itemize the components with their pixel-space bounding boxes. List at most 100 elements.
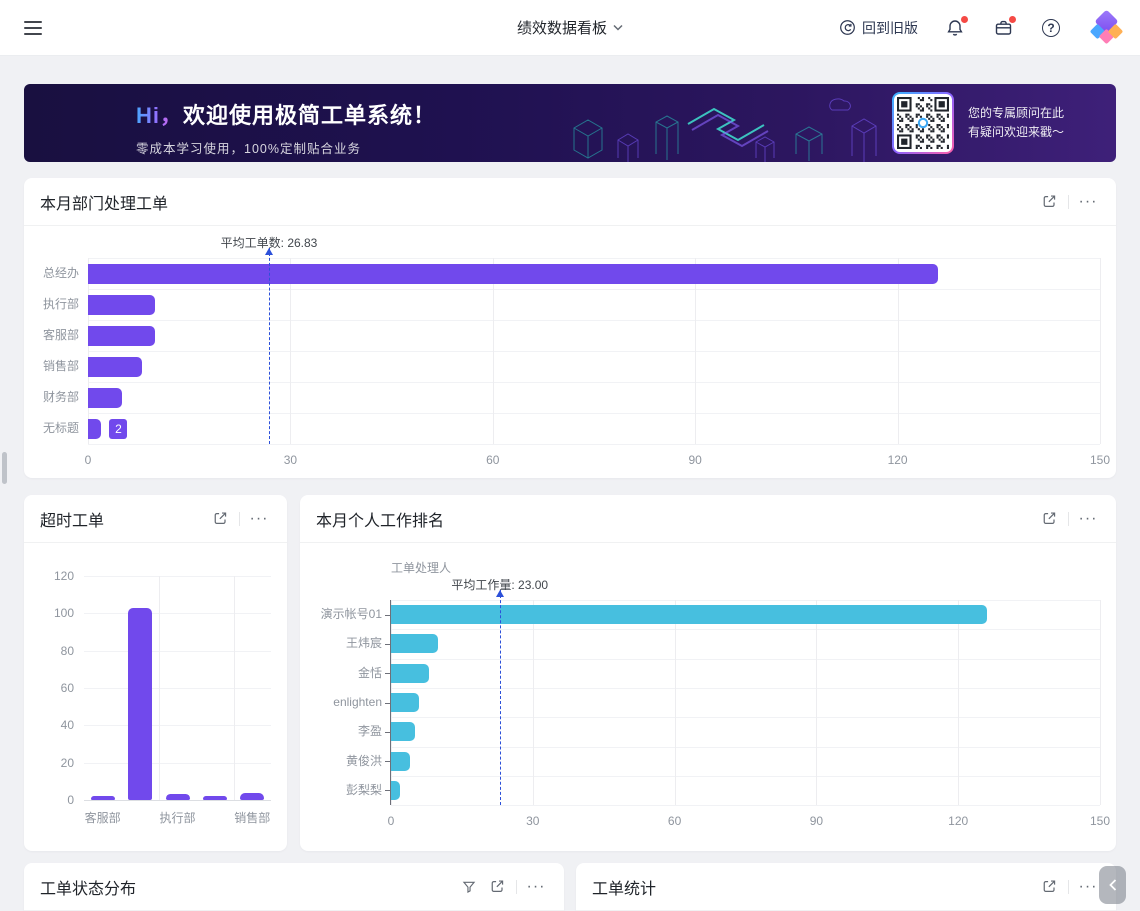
overtime-orders-chart: 020406080100120客服部执行部销售部 bbox=[40, 543, 271, 851]
gridline bbox=[816, 600, 817, 805]
category-label: 执行部 bbox=[159, 809, 195, 826]
workbench-button[interactable] bbox=[992, 17, 1014, 39]
category-label: 总经办 bbox=[40, 265, 79, 282]
dashboard-switcher[interactable]: 绩效数据看板 bbox=[517, 17, 623, 38]
category-label: 演示帐号01 bbox=[316, 606, 382, 623]
bar bbox=[166, 794, 190, 800]
menu-icon[interactable] bbox=[24, 21, 42, 35]
category-label: 黄俊洪 bbox=[316, 753, 382, 770]
bar bbox=[391, 752, 410, 771]
workbench-badge bbox=[1009, 16, 1016, 23]
dept-orders-chart: 20306090120150总经办执行部客服部销售部财务部无标题平均工单数: 2… bbox=[40, 226, 1100, 478]
x-tick-label: 120 bbox=[948, 814, 968, 828]
drawer-toggle-handle[interactable] bbox=[1099, 866, 1126, 904]
y-tick-label: 80 bbox=[40, 643, 74, 659]
more-icon[interactable]: ··· bbox=[247, 507, 271, 531]
card-ranking-title: 本月个人工作排名 bbox=[316, 507, 1037, 531]
average-label: 平均工作量: 23.00 bbox=[451, 576, 548, 593]
category-label: 彭梨梨 bbox=[316, 782, 382, 799]
expand-icon[interactable] bbox=[208, 507, 232, 531]
gridline bbox=[88, 351, 1100, 352]
y-axis-line bbox=[390, 600, 391, 805]
gridline bbox=[1100, 600, 1101, 805]
gridline bbox=[1100, 258, 1101, 444]
more-icon[interactable]: ··· bbox=[524, 875, 548, 899]
category-label: 金恬 bbox=[316, 665, 382, 682]
gridline bbox=[88, 258, 89, 444]
bar bbox=[391, 722, 415, 741]
gridline bbox=[391, 659, 1100, 660]
scrollbar-thumb[interactable] bbox=[2, 452, 7, 484]
bar bbox=[391, 634, 438, 653]
banner-title: Hi，欢迎使用极简工单系统！ bbox=[136, 98, 436, 130]
gridline bbox=[84, 688, 271, 689]
gridline bbox=[290, 258, 291, 444]
x-tick-label: 60 bbox=[668, 814, 681, 828]
x-tick-label: 30 bbox=[526, 814, 539, 828]
x-tick-label: 90 bbox=[810, 814, 823, 828]
banner-subtitle: 零成本学习使用，100%定制贴合业务 bbox=[136, 138, 436, 157]
category-label: 销售部 bbox=[40, 358, 79, 375]
card-stats-header: 工单统计 ··· bbox=[576, 863, 1116, 911]
card-status-header: 工单状态分布 ··· bbox=[24, 863, 564, 911]
top-navbar: 绩效数据看板 回到旧版 ? bbox=[0, 0, 1140, 56]
card-personal-ranking: 本月个人工作排名 ··· 0306090120150演示帐号01王炜宸金恬enl… bbox=[300, 495, 1116, 851]
help-icon: ? bbox=[1042, 19, 1060, 37]
divider bbox=[516, 880, 517, 894]
category-label: 李盈 bbox=[316, 723, 382, 740]
bar bbox=[91, 796, 115, 800]
gridline bbox=[159, 576, 160, 800]
history-icon bbox=[839, 19, 856, 36]
bar bbox=[391, 781, 400, 800]
card-overtime-title: 超时工单 bbox=[40, 507, 208, 531]
divider bbox=[1068, 512, 1069, 526]
card-status-title: 工单状态分布 bbox=[40, 875, 457, 899]
expand-icon[interactable] bbox=[1037, 507, 1061, 531]
gridline bbox=[84, 763, 271, 764]
more-icon[interactable]: ··· bbox=[1076, 507, 1100, 531]
expand-icon[interactable] bbox=[1037, 875, 1061, 899]
bar bbox=[391, 664, 429, 683]
plot-area: 2 bbox=[88, 258, 1100, 444]
average-label: 平均工单数: 26.83 bbox=[221, 234, 318, 251]
divider bbox=[1068, 880, 1069, 894]
expand-icon[interactable] bbox=[1037, 190, 1061, 214]
gridline bbox=[88, 289, 1100, 290]
bar bbox=[88, 357, 142, 377]
gridline bbox=[958, 600, 959, 805]
x-tick-label: 120 bbox=[888, 453, 908, 467]
app-logo[interactable] bbox=[1088, 10, 1124, 46]
gridline bbox=[88, 258, 1100, 259]
more-icon[interactable]: ··· bbox=[1076, 190, 1100, 214]
y-tick-label: 20 bbox=[40, 755, 74, 771]
qr-code-image bbox=[897, 97, 949, 149]
bar bbox=[391, 605, 987, 624]
gridline bbox=[88, 413, 1100, 414]
card-ranking-header: 本月个人工作排名 ··· bbox=[300, 495, 1116, 543]
dashboard-content: Hi，欢迎使用极简工单系统！ 零成本学习使用，100%定制贴合业务 您的专属顾问… bbox=[0, 56, 1140, 911]
category-label: 客服部 bbox=[40, 327, 79, 344]
gridline bbox=[234, 576, 235, 800]
gridline bbox=[88, 444, 1100, 445]
expand-icon[interactable] bbox=[485, 875, 509, 899]
gridline bbox=[88, 382, 1100, 383]
back-to-old-version-button[interactable]: 回到旧版 bbox=[839, 18, 918, 38]
chevron-left-icon bbox=[1109, 879, 1117, 891]
gridline bbox=[533, 600, 534, 805]
category-label: 客服部 bbox=[85, 809, 121, 826]
welcome-banner: Hi，欢迎使用极简工单系统！ 零成本学习使用，100%定制贴合业务 您的专属顾问… bbox=[24, 84, 1116, 162]
gridline bbox=[695, 258, 696, 444]
notifications-button[interactable] bbox=[944, 17, 966, 39]
bar-value-badge: 2 bbox=[109, 419, 127, 439]
banner-decoration bbox=[560, 84, 890, 162]
card-stats-title: 工单统计 bbox=[592, 875, 1037, 899]
filter-icon[interactable] bbox=[457, 875, 481, 899]
bar bbox=[128, 608, 152, 800]
help-button[interactable]: ? bbox=[1040, 17, 1062, 39]
gridline bbox=[391, 600, 1100, 601]
category-label: 执行部 bbox=[40, 296, 79, 313]
x-tick-label: 150 bbox=[1090, 814, 1110, 828]
y-tick-label: 40 bbox=[40, 717, 74, 733]
gridline bbox=[391, 776, 1100, 777]
more-icon[interactable]: ··· bbox=[1076, 875, 1100, 899]
